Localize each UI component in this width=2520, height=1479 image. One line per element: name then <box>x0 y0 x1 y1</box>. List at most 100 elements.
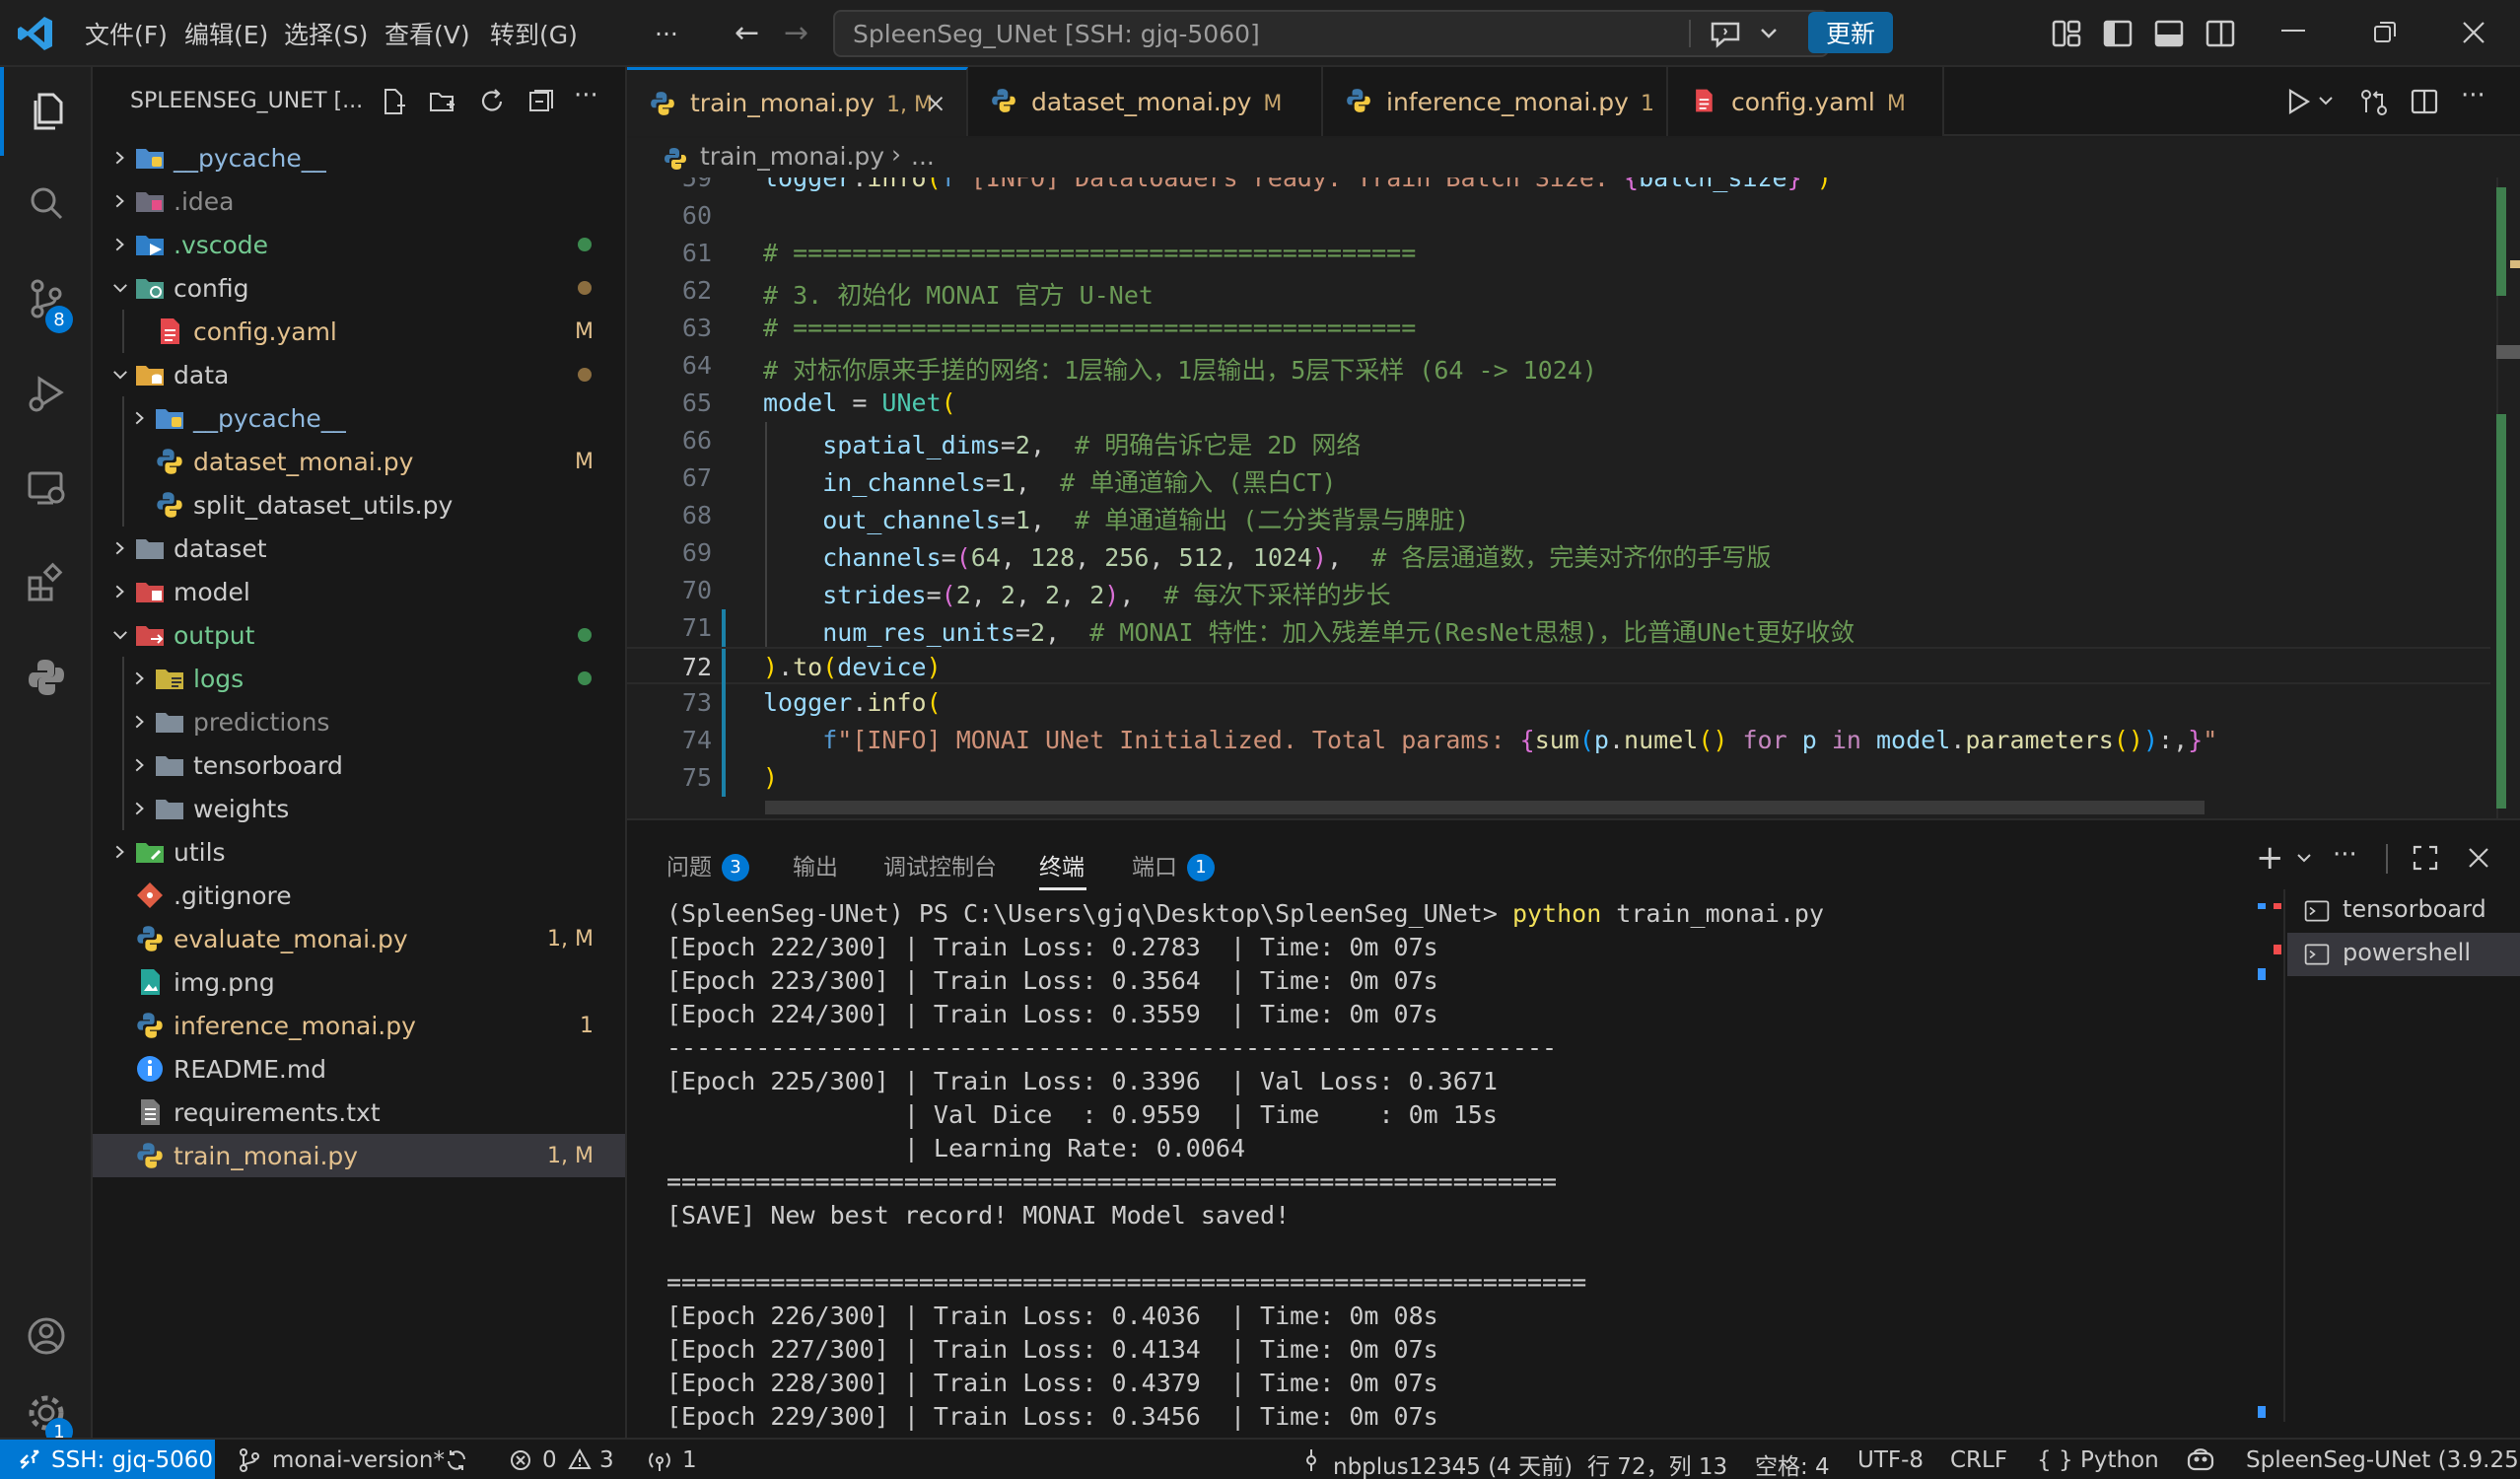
terminal-dropdown-icon[interactable] <box>2295 850 2313 868</box>
terminal-list-item[interactable]: powershell <box>2287 933 2520 976</box>
menu-more[interactable]: ··· <box>655 0 678 67</box>
tree-file[interactable]: evaluate_monai.py 1, M <box>93 917 625 960</box>
editor-tab[interactable]: config.yaml M <box>1668 67 1944 136</box>
tree-file[interactable]: .gitignore <box>93 874 625 917</box>
panel-more-icon[interactable]: ··· <box>2333 840 2357 870</box>
collapse-all-icon[interactable] <box>526 87 556 116</box>
run-file-icon[interactable] <box>2283 87 2313 116</box>
tree-file[interactable]: README.md <box>93 1047 625 1091</box>
tree-folder[interactable]: model <box>93 570 625 613</box>
tree-folder[interactable]: __pycache__ <box>93 136 625 179</box>
tree-file[interactable]: train_monai.py 1, M <box>93 1134 625 1177</box>
tree-file[interactable]: split_dataset_utils.py <box>93 483 625 527</box>
code-line[interactable]: 60 <box>627 197 2490 235</box>
panel-tab[interactable]: 输出 <box>793 848 838 881</box>
code-line[interactable]: 71 num_res_units=2, # MONAI 特性：加入残差单元(Re… <box>627 609 2490 647</box>
branch-name[interactable]: monai-version* <box>272 1447 445 1473</box>
code-line[interactable]: 72).to(device) <box>627 647 2490 686</box>
panel-tab[interactable]: 终端 <box>1039 848 1085 881</box>
code-line[interactable]: 61 # ====================================… <box>627 235 2490 272</box>
chevron-down-icon[interactable] <box>1758 24 1780 43</box>
close-panel-icon[interactable] <box>2467 846 2490 870</box>
panel-tab[interactable]: 调试控制台 <box>883 848 997 881</box>
tree-folder[interactable]: .vscode <box>93 223 625 266</box>
encoding[interactable]: UTF-8 <box>1857 1447 1924 1473</box>
source-control-activity[interactable]: 8 <box>0 254 93 343</box>
indentation[interactable]: 空格: 4 <box>1755 1447 1830 1479</box>
code-line[interactable]: 75) <box>627 759 2490 797</box>
git-blame[interactable]: nbplus12345 (4 天前) <box>1333 1447 1573 1479</box>
error-icon[interactable] <box>509 1448 532 1472</box>
back-arrow-icon[interactable]: ← <box>735 16 759 50</box>
minimize-icon[interactable] <box>2281 30 2305 32</box>
menu-item[interactable]: 文件(F) <box>85 0 168 67</box>
run-debug-activity[interactable] <box>0 349 93 438</box>
cursor-position[interactable]: 行 72，列 13 <box>1587 1447 1727 1479</box>
code-line[interactable]: 74 f"[INFO] MONAI UNet Initialized. Tota… <box>627 722 2490 759</box>
tree-folder[interactable]: __pycache__ <box>93 396 625 440</box>
menu-item[interactable]: 选择(S) <box>284 0 368 67</box>
explorer-title[interactable]: SPLEENSEG_UNET [... <box>130 89 363 113</box>
code-line[interactable]: 67 in_channels=1, # 单通道输入 (黑白CT) <box>627 459 2490 497</box>
tree-folder[interactable]: .idea <box>93 179 625 223</box>
code-line[interactable]: 66 spatial_dims=2, # 明确告诉它是 2D 网络 <box>627 422 2490 459</box>
ports-icon[interactable] <box>647 1447 672 1473</box>
new-folder-icon[interactable] <box>428 87 457 116</box>
code-line[interactable]: 70 strides=(2, 2, 2, 2), # 每次下采样的步长 <box>627 572 2490 609</box>
code-line[interactable]: 73 logger.info( <box>627 684 2490 722</box>
ports-count[interactable]: 1 <box>682 1447 697 1473</box>
run-chevron-down-icon[interactable] <box>2317 93 2335 110</box>
more-actions-icon[interactable]: ··· <box>574 81 598 110</box>
refresh-icon[interactable] <box>477 87 507 116</box>
tree-folder[interactable]: weights <box>93 787 625 830</box>
extensions-activity[interactable] <box>0 538 93 627</box>
python-interpreter[interactable]: SpleenSeg-UNet (3.9.25) <box>2246 1447 2520 1473</box>
forward-arrow-icon[interactable]: → <box>784 16 808 50</box>
warning-icon[interactable] <box>568 1447 592 1471</box>
split-editor-icon[interactable] <box>2410 87 2439 116</box>
menu-item[interactable]: 查看(V) <box>385 0 470 67</box>
breadcrumb-symbols[interactable]: ... <box>911 142 935 171</box>
editor-more-icon[interactable]: ··· <box>2461 81 2485 110</box>
copilot-icon[interactable] <box>2185 1445 2216 1473</box>
horizontal-scrollbar[interactable] <box>765 801 2205 814</box>
editor-tab[interactable]: dataset_monai.py M <box>968 67 1323 136</box>
warning-count[interactable]: 3 <box>599 1447 614 1473</box>
code-line[interactable]: 63 # ====================================… <box>627 310 2490 347</box>
panel-tab[interactable]: 问题 3 <box>666 848 749 883</box>
tree-file[interactable]: config.yaml M <box>93 310 625 353</box>
explorer-activity[interactable] <box>0 67 93 156</box>
remote-explorer-activity[interactable] <box>0 444 93 532</box>
tree-file[interactable]: dataset_monai.py M <box>93 440 625 483</box>
code-line[interactable]: 62 # 3. 初始化 MONAI 官方 U-Net <box>627 272 2490 310</box>
tree-folder[interactable]: config <box>93 266 625 310</box>
editor-tab[interactable]: inference_monai.py 1 <box>1323 67 1668 136</box>
sync-icon[interactable] <box>444 1447 469 1473</box>
tree-file[interactable]: img.png <box>93 960 625 1004</box>
tree-folder[interactable]: logs <box>93 657 625 700</box>
code-line[interactable]: 68 out_channels=1, # 单通道输出 (二分类背景与脾脏) <box>627 497 2490 534</box>
code-line[interactable]: 69 channels=(64, 128, 256, 512, 1024), #… <box>627 534 2490 572</box>
maximize-panel-icon[interactable] <box>2412 844 2439 872</box>
tree-folder[interactable]: tensorboard <box>93 743 625 787</box>
line-ending[interactable]: CRLF <box>1950 1447 2007 1473</box>
tree-file[interactable]: requirements.txt <box>93 1091 625 1134</box>
new-file-icon[interactable] <box>379 87 408 116</box>
toggle-secondary-sidebar-icon[interactable] <box>2205 18 2236 49</box>
close-window-icon[interactable] <box>2461 20 2486 45</box>
tree-folder[interactable]: dataset <box>93 527 625 570</box>
copilot-chat-icon[interactable] <box>1709 20 1744 49</box>
menu-item[interactable]: 编辑(E) <box>184 0 268 67</box>
terminal-output[interactable]: (SpleenSeg-UNet) PS C:\Users\gjq\Desktop… <box>666 899 1909 1432</box>
code-line[interactable]: 59 logger.info(f"[INFO] Dataloaders ready… <box>627 177 2490 197</box>
close-tab-icon[interactable] <box>923 92 948 117</box>
toggle-primary-sidebar-icon[interactable] <box>2102 18 2134 49</box>
search-activity[interactable] <box>0 160 93 248</box>
code-editor[interactable]: 59 logger.info(f"[INFO] Dataloaders ready… <box>627 177 2520 818</box>
tree-file[interactable]: inference_monai.py 1 <box>93 1004 625 1047</box>
editor-tab[interactable]: train_monai.py 1, M <box>627 67 968 136</box>
tree-folder[interactable]: predictions <box>93 700 625 743</box>
customize-layout-icon[interactable] <box>2051 18 2082 49</box>
command-center[interactable]: SpleenSeg_UNet [SSH: gjq-5060] <box>833 10 1829 57</box>
code-line[interactable]: 64 # 对标你原来手搓的网络：1层输入，1层输出，5层下采样 (64 -> 10… <box>627 347 2490 385</box>
